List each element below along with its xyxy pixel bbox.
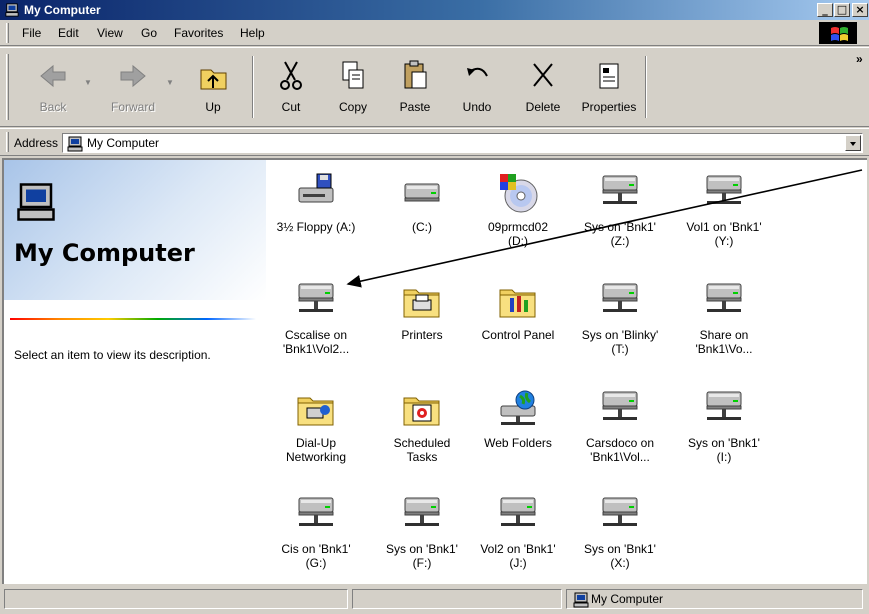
copy-label: Copy bbox=[338, 100, 367, 114]
menu-favorites[interactable]: Favorites bbox=[174, 26, 223, 40]
address-label: Address bbox=[14, 136, 59, 150]
maximize-button[interactable]: □ bbox=[834, 3, 850, 17]
status-panel-main bbox=[4, 589, 348, 609]
forward-button[interactable]: Forward bbox=[104, 54, 162, 120]
status-panel-size bbox=[352, 589, 562, 609]
paste-button[interactable]: Paste bbox=[386, 54, 444, 120]
menu-grip[interactable] bbox=[6, 23, 9, 43]
undo-label: Undo bbox=[462, 100, 492, 114]
back-dropdown-icon[interactable]: ▼ bbox=[84, 78, 92, 87]
address-input[interactable]: My Computer bbox=[62, 133, 863, 153]
undo-icon bbox=[467, 67, 488, 77]
menu-view[interactable]: View bbox=[97, 26, 123, 40]
menu-file[interactable]: File bbox=[22, 26, 41, 40]
my-computer-icon bbox=[67, 136, 83, 152]
status-bar: My Computer bbox=[0, 586, 869, 614]
menu-edit[interactable]: Edit bbox=[58, 26, 79, 40]
window-title: My Computer bbox=[24, 3, 101, 17]
back-arrow-icon bbox=[40, 64, 66, 88]
annotation-arrow bbox=[346, 169, 863, 288]
forward-label: Forward bbox=[110, 100, 155, 114]
properties-label: Properties bbox=[581, 100, 637, 114]
back-button[interactable]: Back bbox=[24, 54, 82, 120]
my-computer-icon bbox=[573, 592, 589, 608]
forward-arrow-icon bbox=[120, 64, 146, 88]
delete-label: Delete bbox=[525, 100, 561, 114]
back-label: Back bbox=[39, 100, 67, 114]
menu-go[interactable]: Go bbox=[141, 26, 157, 40]
paste-label: Paste bbox=[399, 100, 431, 114]
address-dropdown-button[interactable] bbox=[845, 135, 861, 151]
menu-bar: File Edit View Go Favorites Help bbox=[0, 20, 869, 46]
properties-button[interactable]: Properties bbox=[576, 54, 642, 120]
copy-icon bbox=[342, 61, 364, 89]
toolbar-overflow-chevron[interactable]: » bbox=[856, 52, 863, 66]
standard-toolbar: Back ▼ Forward ▼ Up Cut Copy Paste Undo … bbox=[0, 47, 869, 127]
cut-button[interactable]: Cut bbox=[262, 54, 320, 120]
delete-button[interactable]: Delete bbox=[514, 54, 572, 120]
cut-label: Cut bbox=[281, 100, 301, 114]
address-grip[interactable] bbox=[6, 132, 9, 152]
properties-icon bbox=[599, 63, 619, 89]
windows-logo-icon bbox=[819, 22, 857, 44]
title-bar: My Computer _ □ × bbox=[0, 0, 869, 20]
toolbar-grip[interactable] bbox=[6, 54, 9, 120]
status-panel-location: My Computer bbox=[566, 589, 863, 609]
address-bar: Address My Computer bbox=[0, 128, 869, 156]
menu-help[interactable]: Help bbox=[240, 26, 265, 40]
up-button[interactable]: Up bbox=[184, 54, 242, 120]
clipboard-icon bbox=[404, 60, 427, 89]
undo-button[interactable]: Undo bbox=[448, 54, 506, 120]
delete-x-icon bbox=[533, 63, 553, 87]
address-value: My Computer bbox=[87, 136, 160, 150]
up-folder-icon bbox=[200, 69, 227, 90]
up-label: Up bbox=[205, 100, 221, 114]
content-pane: My Computer Select an item to view its d… bbox=[2, 158, 867, 584]
forward-dropdown-icon[interactable]: ▼ bbox=[166, 78, 174, 87]
scissors-icon bbox=[280, 61, 302, 90]
toolbar-separator bbox=[252, 56, 254, 118]
minimize-button[interactable]: _ bbox=[817, 3, 833, 17]
close-button[interactable]: × bbox=[852, 3, 868, 17]
copy-button[interactable]: Copy bbox=[324, 54, 382, 120]
status-location-text: My Computer bbox=[591, 592, 664, 606]
toolbar-separator-end bbox=[645, 56, 647, 118]
my-computer-icon bbox=[4, 3, 20, 17]
